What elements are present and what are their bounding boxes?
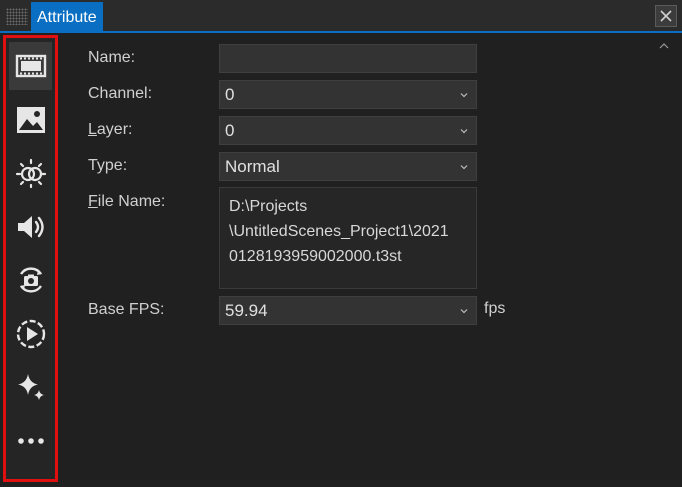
chevron-down-icon: [460, 309, 468, 314]
layer-label-rest: ayer:: [96, 121, 133, 138]
filename-line: D:\Projects: [229, 198, 308, 215]
type-dropdown[interactable]: Normal: [219, 152, 477, 181]
name-label: Name:: [88, 49, 136, 66]
brightness-icon: [15, 158, 46, 189]
filename-line: \UntitledScenes_Project1\2021: [229, 223, 449, 240]
sidebar-item-image[interactable]: [9, 96, 52, 144]
attribute-panel: Attribute Name: Channel: 0 Layer: 0 Type…: [0, 0, 682, 487]
title-bar: Attribute: [0, 0, 682, 33]
sidebar-item-audio[interactable]: [9, 203, 52, 251]
filename-field[interactable]: D:\Projects \UntitledScenes_Project1\202…: [219, 187, 477, 289]
sidebar-item-color[interactable]: [9, 149, 52, 197]
channel-label: Channel:: [88, 85, 153, 102]
camera-rotate-icon: [19, 267, 42, 293]
layer-value: 0: [225, 121, 235, 140]
drag-grip-icon[interactable]: [6, 8, 28, 25]
channel-value: 0: [225, 85, 235, 104]
layer-label: Layer:: [88, 121, 132, 139]
sidebar-item-more[interactable]: [9, 417, 52, 465]
sidebar-item-playback[interactable]: [9, 310, 52, 358]
filename-label-rest: ile Name:: [97, 193, 166, 210]
sparkle-icon: [17, 374, 44, 400]
attribute-category-sidebar: [3, 35, 58, 482]
sidebar-item-clip[interactable]: [9, 42, 52, 90]
chevron-down-icon: [460, 165, 468, 170]
filename-label: File Name:: [88, 193, 165, 211]
layer-dropdown[interactable]: 0: [219, 116, 477, 145]
chevron-down-icon: [460, 93, 468, 98]
layer-label-accesskey: L: [88, 121, 97, 138]
close-button[interactable]: [655, 5, 677, 27]
basefps-label: Base FPS:: [88, 301, 165, 318]
film-icon: [15, 54, 46, 78]
basefps-unit: fps: [484, 300, 506, 317]
tab-attribute[interactable]: Attribute: [31, 2, 103, 33]
close-icon: [660, 10, 672, 22]
sidebar-item-camera[interactable]: [9, 256, 52, 304]
more-icon: [17, 438, 44, 444]
basefps-dropdown[interactable]: 59.94: [219, 296, 477, 325]
type-label: Type:: [88, 157, 128, 174]
filename-line: 0128193959002000.t3st: [229, 248, 402, 265]
filename-label-accesskey: F: [88, 193, 98, 210]
channel-dropdown[interactable]: 0: [219, 80, 477, 109]
image-icon: [16, 107, 45, 133]
chevron-down-icon: [460, 129, 468, 134]
speaker-icon: [17, 216, 44, 238]
scroll-up-chevron-icon[interactable]: [659, 42, 669, 50]
basefps-value: 59.94: [225, 301, 268, 320]
play-circle-icon: [16, 319, 45, 349]
type-value: Normal: [225, 157, 280, 176]
sidebar-item-effects[interactable]: [9, 363, 52, 411]
name-input[interactable]: [219, 44, 477, 73]
